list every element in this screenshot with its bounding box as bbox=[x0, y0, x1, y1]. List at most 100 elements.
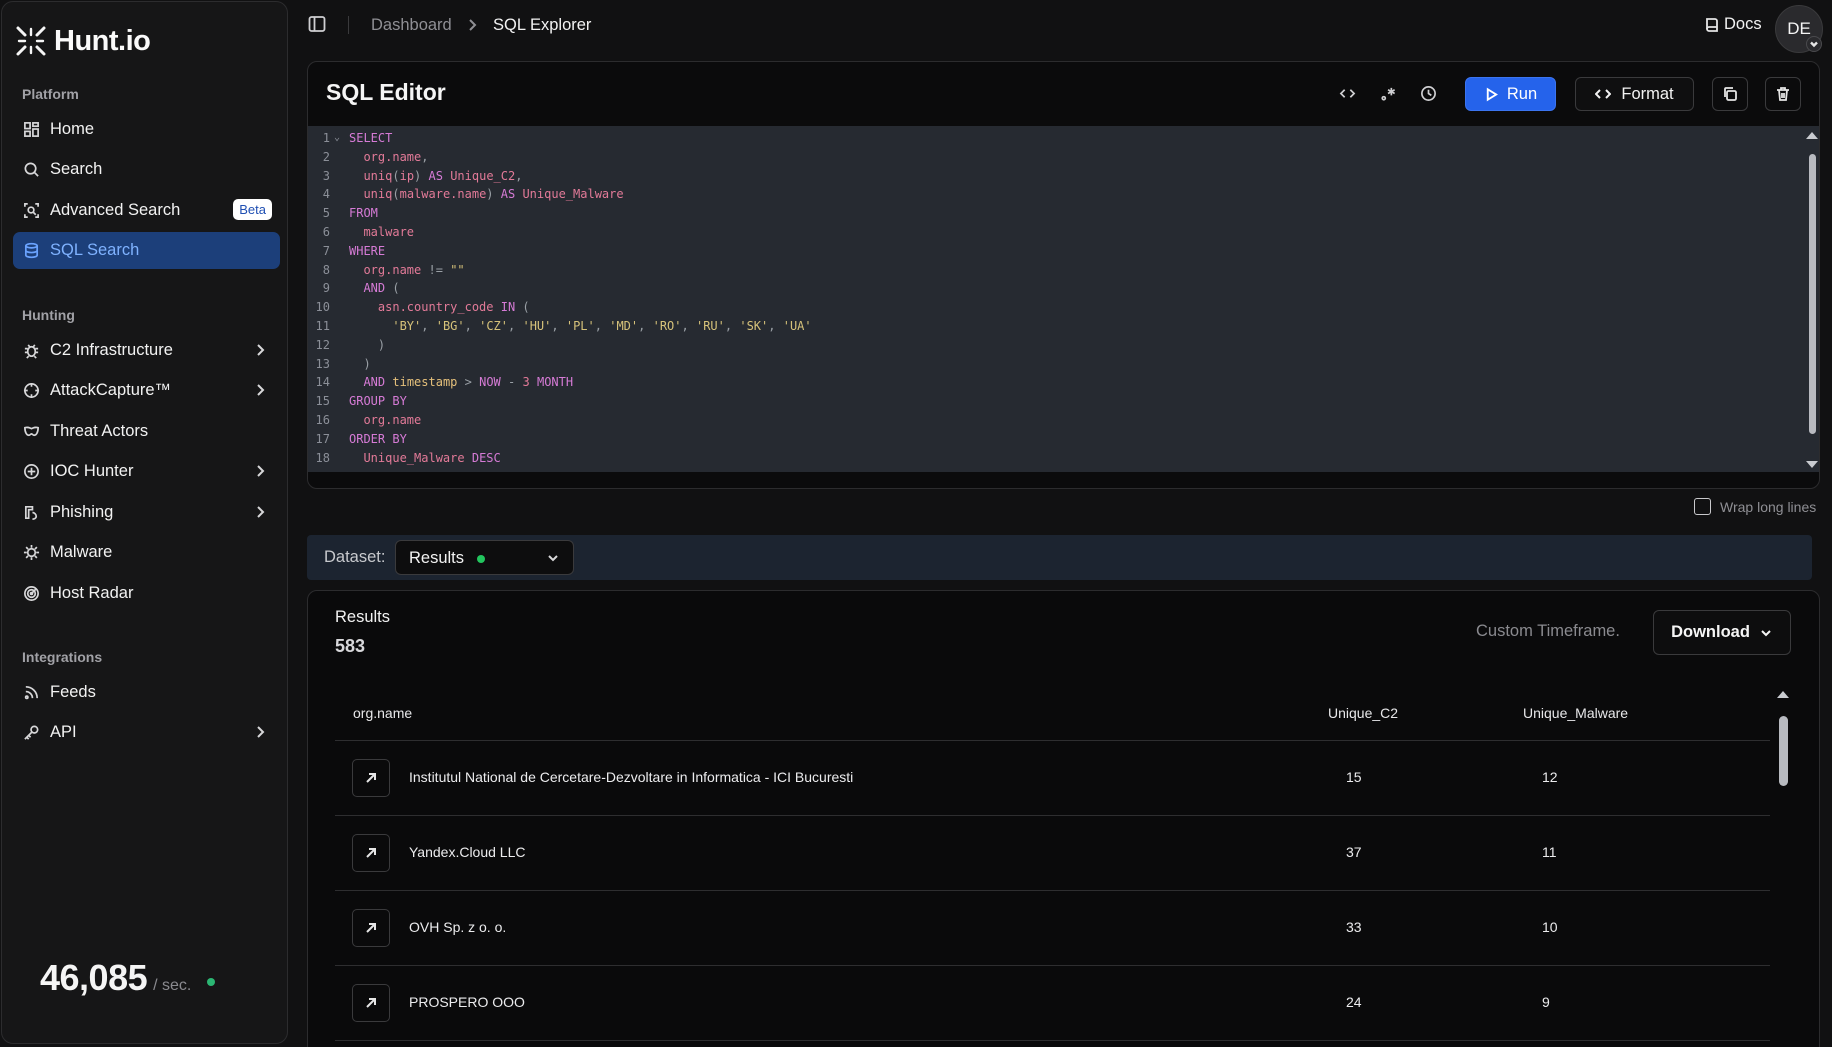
scan-search-icon bbox=[22, 202, 40, 220]
radar-icon bbox=[22, 585, 40, 603]
sidebar-item-phishing[interactable]: Phishing bbox=[13, 494, 280, 531]
chevron-down-icon[interactable] bbox=[1806, 36, 1822, 52]
regex-icon[interactable] bbox=[1377, 82, 1399, 104]
results-scrollbar[interactable] bbox=[1776, 691, 1790, 1047]
run-label: Run bbox=[1506, 84, 1538, 103]
sidebar-item-c2-infrastructure[interactable]: C2 Infrastructure bbox=[13, 332, 280, 369]
brand-logo[interactable]: Hunt.io bbox=[14, 24, 151, 58]
cell-unique-c2: 33 bbox=[1346, 919, 1362, 935]
sidebar-item-search[interactable]: Search bbox=[13, 151, 280, 188]
scroll-up-icon[interactable] bbox=[1777, 691, 1789, 698]
format-button[interactable]: Format bbox=[1575, 77, 1694, 111]
arrow-up-right-icon bbox=[366, 773, 376, 783]
cell-unique-c2: 37 bbox=[1346, 844, 1362, 860]
code-line[interactable]: 8 org.name != "" bbox=[308, 261, 1788, 280]
hunt-logo-icon bbox=[14, 24, 48, 58]
chevron-down-icon bbox=[545, 550, 561, 566]
table-row: Institutul National de Cercetare-Dezvolt… bbox=[335, 741, 1770, 816]
chevron-right-icon bbox=[252, 724, 268, 740]
arrow-up-right-icon bbox=[366, 923, 376, 933]
live-status-dot bbox=[207, 978, 216, 986]
code-text: Unique_Malware DESC bbox=[363, 450, 501, 465]
code-line[interactable]: 14 AND timestamp > NOW - 3 MONTH bbox=[308, 373, 1788, 392]
download-button[interactable]: Download bbox=[1653, 610, 1791, 655]
code-line[interactable]: 3 uniq(ip) AS Unique_C2, bbox=[308, 167, 1788, 186]
virus-icon bbox=[22, 544, 40, 562]
code-line[interactable]: 12 ) bbox=[308, 336, 1788, 355]
code-line[interactable]: 15 GROUP BY bbox=[308, 392, 1788, 411]
line-number: 18 bbox=[315, 450, 330, 465]
sidebar-item-label: IOC Hunter bbox=[50, 462, 134, 480]
dataset-bar: Dataset: Results bbox=[307, 535, 1812, 580]
wrap-long-lines-label: Wrap long lines bbox=[1720, 498, 1817, 515]
code-line[interactable]: 9 AND ( bbox=[308, 279, 1788, 298]
open-row-button[interactable] bbox=[352, 984, 390, 1022]
line-number: 14 bbox=[315, 375, 330, 390]
avatar-initials: DE bbox=[1787, 19, 1811, 38]
dataset-select[interactable]: Results bbox=[395, 540, 574, 575]
code-line[interactable]: 5 FROM bbox=[308, 204, 1788, 223]
open-row-button[interactable] bbox=[352, 759, 390, 797]
code-text: WHERE bbox=[349, 243, 386, 258]
docs-link[interactable]: Docs bbox=[1704, 15, 1762, 34]
code-editor[interactable]: 1 ⌄ SELECT 2 org.name, 3 uniq(ip) AS Unique_… bbox=[308, 126, 1819, 472]
code-view-icon[interactable] bbox=[1336, 82, 1358, 104]
sidebar-item-malware[interactable]: Malware bbox=[13, 534, 280, 571]
sidebar-item-sql-search[interactable]: SQL Search bbox=[13, 232, 280, 269]
sidebar-item-label: Advanced Search bbox=[50, 201, 181, 219]
code-line[interactable]: 11 'BY', 'BG', 'CZ', 'HU', 'PL', 'MD', '… bbox=[308, 317, 1788, 336]
history-icon[interactable] bbox=[1417, 82, 1439, 104]
sidebar-item-feeds[interactable]: Feeds bbox=[13, 674, 280, 711]
code-line[interactable]: 16 org.name bbox=[308, 411, 1788, 430]
breadcrumb-dashboard[interactable]: Dashboard bbox=[371, 16, 452, 35]
sidebar-item-ioc-hunter[interactable]: IOC Hunter bbox=[13, 453, 280, 490]
code-text: org.name != "" bbox=[363, 262, 465, 277]
scroll-thumb[interactable] bbox=[1809, 154, 1816, 434]
copy-button[interactable] bbox=[1712, 77, 1748, 111]
wrap-long-lines-checkbox[interactable] bbox=[1694, 498, 1711, 515]
sidebar-item-advanced-search[interactable]: Advanced Search Beta bbox=[13, 192, 280, 229]
code-line[interactable]: 4 uniq(malware.name) AS Unique_Malware bbox=[308, 185, 1788, 204]
sidebar-item-host-radar[interactable]: Host Radar bbox=[13, 575, 280, 612]
scroll-thumb[interactable] bbox=[1779, 716, 1788, 786]
code-text: ) bbox=[363, 356, 371, 371]
sidebar-item-label: Phishing bbox=[50, 503, 114, 521]
code-line[interactable]: 10 asn.country_code IN ( bbox=[308, 298, 1788, 317]
code-line[interactable]: 17 ORDER BY bbox=[308, 430, 1788, 449]
open-row-button[interactable] bbox=[352, 834, 390, 872]
run-button[interactable]: Run bbox=[1465, 77, 1556, 111]
column-header-unique-malware[interactable]: Unique_Malware bbox=[1523, 705, 1628, 721]
code-line[interactable]: 2 org.name, bbox=[308, 148, 1788, 167]
sidebar-item-threat-actors[interactable]: Threat Actors bbox=[13, 413, 280, 450]
code-line[interactable]: 7 WHERE bbox=[308, 242, 1788, 261]
cell-unique-malware: 9 bbox=[1542, 994, 1550, 1010]
sidebar-item-home[interactable]: Home bbox=[13, 111, 280, 148]
sidebar-toggle-icon[interactable] bbox=[308, 15, 328, 35]
plus-circle-icon bbox=[22, 463, 40, 481]
column-header-org-name[interactable]: org.name bbox=[353, 705, 412, 721]
code-text: uniq(ip) AS Unique_C2, bbox=[363, 168, 523, 183]
wrap-long-lines-option[interactable]: Wrap long lines bbox=[1694, 498, 1816, 515]
delete-button[interactable] bbox=[1765, 77, 1801, 111]
scroll-up-icon[interactable] bbox=[1806, 132, 1818, 139]
fold-chevron-icon[interactable]: ⌄ bbox=[334, 129, 340, 148]
open-row-button[interactable] bbox=[352, 909, 390, 947]
sidebar-item-attackcapture[interactable]: AttackCapture™ bbox=[13, 372, 280, 409]
docs-label: Docs bbox=[1724, 15, 1762, 33]
code-line[interactable]: 6 malware bbox=[308, 223, 1788, 242]
code-text: 'BY', 'BG', 'CZ', 'HU', 'PL', 'MD', 'RO'… bbox=[392, 319, 812, 333]
dataset-status-dot bbox=[477, 555, 485, 563]
chevron-right-icon bbox=[252, 382, 268, 398]
scroll-down-icon[interactable] bbox=[1806, 461, 1818, 468]
line-number: 13 bbox=[315, 356, 330, 371]
cell-org-name: PROSPERO OOO bbox=[409, 994, 525, 1010]
sidebar-item-api[interactable]: API bbox=[13, 714, 280, 751]
code-text: asn.country_code IN ( bbox=[377, 300, 530, 315]
counter-unit: / sec. bbox=[153, 977, 192, 994]
code-line[interactable]: 13 ) bbox=[308, 355, 1788, 374]
arrow-up-right-icon bbox=[366, 998, 376, 1008]
code-line[interactable]: 1 ⌄ SELECT bbox=[308, 129, 1788, 148]
code-line[interactable]: 18 Unique_Malware DESC bbox=[308, 449, 1788, 468]
code-scrollbar[interactable] bbox=[1806, 132, 1818, 468]
column-header-unique-c2[interactable]: Unique_C2 bbox=[1328, 705, 1398, 721]
